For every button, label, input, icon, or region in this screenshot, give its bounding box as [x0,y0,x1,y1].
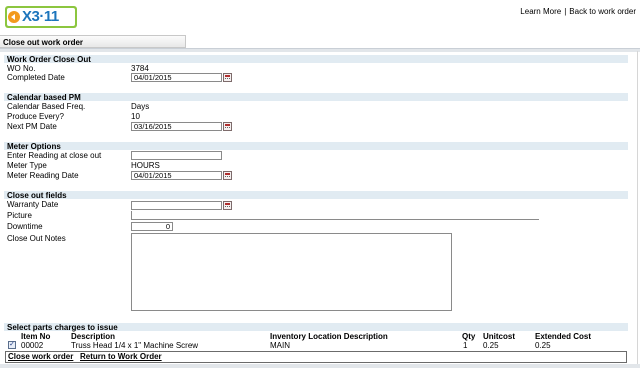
x3-logo: X3·11 [5,6,77,28]
col-description: Description [71,332,116,341]
close-work-order-link[interactable]: Close work order [8,352,73,362]
calendar-icon[interactable] [223,201,232,210]
checkbox-checked-icon[interactable]: ✓ [8,341,16,349]
col-qty: Qty [462,332,476,341]
back-to-work-order-link[interactable]: Back to work order [569,7,636,16]
part-extended-cost: 0.25 [535,341,551,350]
completed-date-input[interactable]: 04/01/2015 [131,73,222,82]
calendar-freq-label: Calendar Based Freq. [7,102,86,111]
downtime-label: Downtime [7,222,43,231]
part-unitcost: 0.25 [483,341,499,350]
part-description: Truss Head 1/4 x 1" Machine Screw [71,341,199,350]
section-work-order-close-out: Work Order Close Out [4,55,628,64]
part-location: MAIN [270,341,290,350]
logo-text: X3·11 [22,8,59,25]
produce-every-label: Produce Every? [7,112,64,121]
warranty-date-label: Warranty Date [7,200,59,209]
wo-number-label: WO No. [7,64,36,73]
calendar-icon[interactable] [223,73,232,82]
meter-reading-date-label: Meter Reading Date [7,171,79,180]
meter-reading-label: Enter Reading at close out [7,151,102,160]
produce-every-value: 10 [131,112,140,121]
return-to-work-order-link[interactable]: Return to Work Order [80,352,162,362]
part-item-no: 00002 [21,341,44,350]
section-select-parts: Select parts charges to issue [4,323,628,332]
section-calendar-based-pm: Calendar based PM [4,93,628,102]
part-qty: 1 [463,341,468,350]
meter-type-label: Meter Type [7,161,47,170]
calendar-freq-value: Days [131,102,150,111]
header-divider [0,48,640,52]
picture-label: Picture [7,211,32,220]
section-close-out-fields: Close out fields [4,191,628,200]
calendar-icon[interactable] [223,122,232,131]
picture-input[interactable] [131,211,539,220]
meter-type-value: HOURS [131,161,160,170]
page-title: Close out work order [0,35,186,48]
warranty-date-input[interactable] [131,201,222,210]
meter-reading-date-input[interactable]: 04/01/2015 [131,171,222,180]
col-unitcost: Unitcost [483,332,515,341]
downtime-input[interactable]: 0 [131,222,173,231]
col-item-no: Item No [21,332,51,341]
completed-date-label: Completed Date [7,73,65,82]
close-out-notes-textarea[interactable] [131,233,452,311]
meter-reading-input[interactable] [131,151,222,160]
section-meter-options: Meter Options [4,142,628,151]
col-extended-cost: Extended Cost [535,332,592,341]
next-pm-date-label: Next PM Date [7,122,57,131]
calendar-icon[interactable] [223,171,232,180]
wo-number-value: 3784 [131,64,149,73]
close-out-notes-label: Close Out Notes [7,234,66,243]
next-pm-date-input[interactable]: 03/16/2015 [131,122,222,131]
right-border [637,51,638,368]
footer-actions: Close work order Return to Work Order [5,351,627,363]
learn-more-link[interactable]: Learn More [520,7,561,16]
top-links: Learn More | Back to work order [520,7,636,16]
col-location: Inventory Location Description [270,332,388,341]
bottom-bar [0,364,640,368]
